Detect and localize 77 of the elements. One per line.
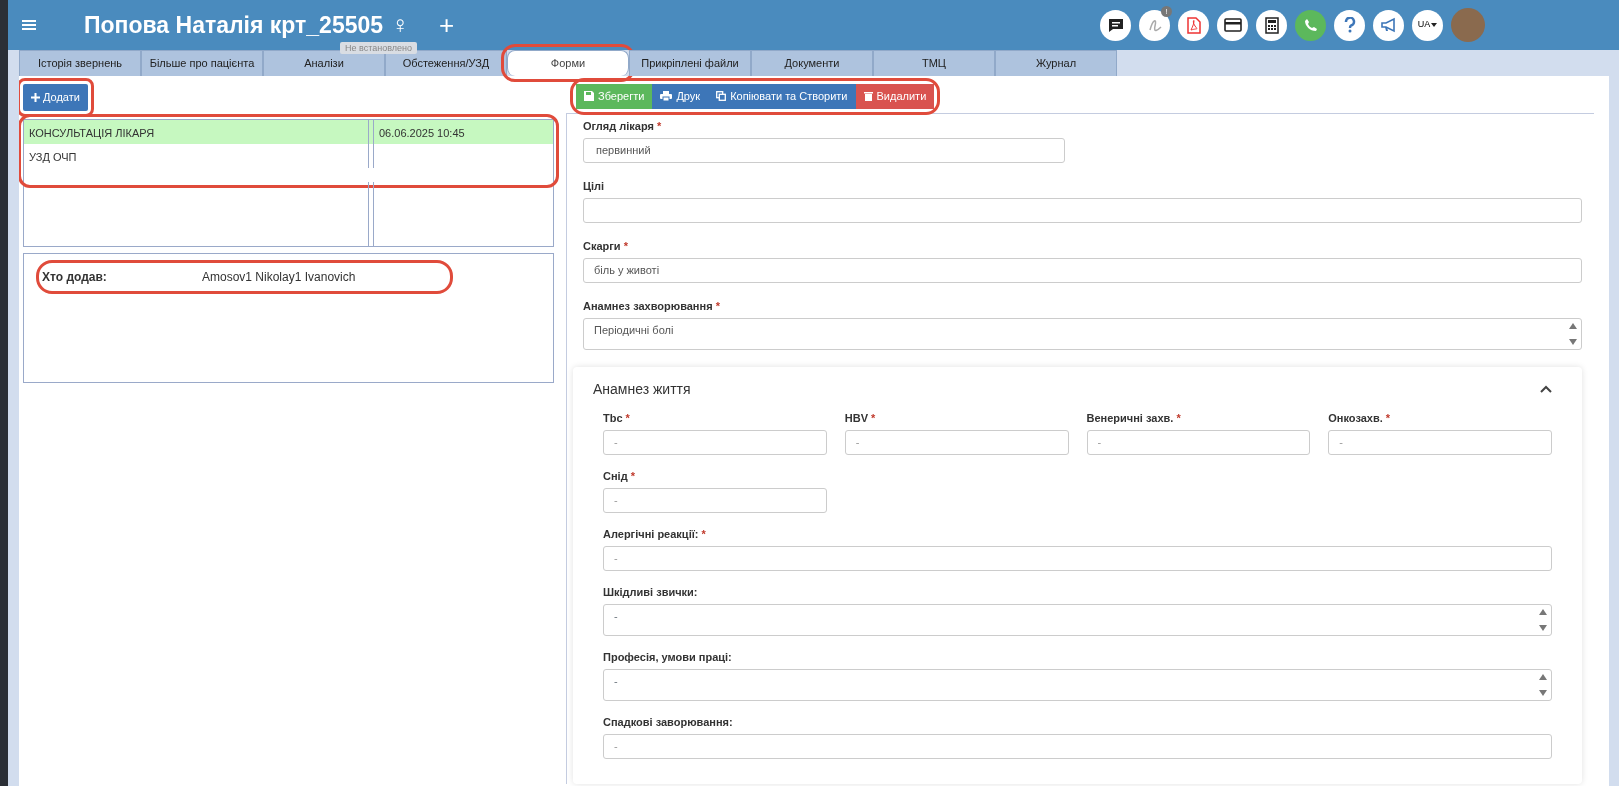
- field-label: Венеричні захв. *: [1086, 411, 1182, 425]
- author-name: Amosov1 Nikolay1 Ivanovich: [202, 268, 356, 286]
- delete-button[interactable]: Видалити: [855, 84, 935, 109]
- field-label: Скарги *: [583, 239, 629, 253]
- megaphone-button[interactable]: [1373, 9, 1404, 41]
- field-label: Анамнез захворювання *: [583, 299, 721, 313]
- gender-sign: ♀: [391, 10, 410, 40]
- pdf-icon: [1186, 16, 1201, 34]
- input-field[interactable]: -: [1328, 429, 1552, 455]
- tab[interactable]: Історія звернень: [19, 50, 141, 76]
- input-field[interactable]: -: [844, 429, 1069, 455]
- credit-card-icon: [1223, 18, 1242, 32]
- input-field[interactable]: -: [603, 429, 827, 455]
- copy-button[interactable]: Копіювати та Створити: [708, 84, 856, 109]
- add-button[interactable]: +: [433, 4, 461, 46]
- credit-card-button[interactable]: [1217, 9, 1248, 41]
- list-row[interactable]: УЗД ОЧП: [24, 143, 553, 168]
- phone-button[interactable]: [1295, 9, 1326, 41]
- field-label: Алергічні реакції: *: [603, 527, 707, 541]
- input-field[interactable]: -: [603, 487, 827, 513]
- input-field[interactable]: біль у животі: [583, 257, 1582, 283]
- pdf-button[interactable]: [1178, 9, 1209, 41]
- collapse-chevron-icon[interactable]: [1540, 385, 1552, 393]
- chat-icon: [1107, 17, 1124, 33]
- input-field[interactable]: -: [603, 733, 1552, 759]
- input-field[interactable]: -: [1086, 429, 1311, 455]
- signature-icon: [1146, 17, 1163, 33]
- tab[interactable]: Журнал: [995, 50, 1117, 76]
- input-field[interactable]: -: [603, 545, 1552, 571]
- field-label: Онкозахв. *: [1328, 411, 1392, 425]
- tab[interactable]: Більше про пацієнта: [141, 50, 263, 76]
- megaphone-icon: [1379, 17, 1398, 33]
- calculator-icon: [1264, 16, 1279, 34]
- copy-icon: [716, 91, 727, 102]
- text-area[interactable]: Періодичні болі: [583, 317, 1582, 350]
- record-name: УЗД ОЧП: [29, 150, 77, 163]
- plus-icon: [31, 93, 40, 102]
- menu-icon[interactable]: [22, 19, 36, 31]
- patient-name: Попова Наталія крт_25505: [84, 10, 384, 40]
- tab[interactable]: ТМЦ: [873, 50, 995, 76]
- field-label: Спадкові заворювання:: [603, 715, 734, 729]
- record-date: 06.06.2025 10:45: [379, 126, 465, 139]
- notification-badge: !: [1161, 5, 1172, 17]
- spin-arrows-icon[interactable]: [1569, 322, 1577, 345]
- calculator-button[interactable]: [1256, 9, 1287, 41]
- text-area[interactable]: -: [603, 668, 1552, 701]
- field-label: Цілі: [583, 179, 606, 193]
- caret-icon: [1431, 23, 1438, 27]
- chat-button[interactable]: [1100, 9, 1131, 41]
- printer-icon: [660, 91, 673, 102]
- print-button[interactable]: Друк: [652, 84, 709, 109]
- tab[interactable]: Аналізи: [263, 50, 385, 76]
- help-icon: [1343, 17, 1356, 33]
- spin-arrows-icon[interactable]: [1539, 673, 1547, 696]
- tooltip: Не встановлено: [340, 42, 417, 54]
- input-field[interactable]: [583, 197, 1582, 223]
- tab[interactable]: Документи: [751, 50, 873, 76]
- tab[interactable]: Обстеження/УЗД: [385, 50, 507, 76]
- field-label: Професія, умови праці:: [603, 650, 733, 664]
- author-label: Хто додав:: [42, 268, 108, 286]
- select-field[interactable]: первинний: [583, 137, 1065, 163]
- field-label: Tbc *: [603, 411, 631, 425]
- tab[interactable]: Прикріплені файли: [629, 50, 751, 76]
- field-label: HBV *: [844, 411, 877, 425]
- section-title: Анамнез життя: [593, 379, 691, 399]
- trash-icon: [863, 91, 873, 102]
- field-label: Шкідливі звички:: [603, 585, 699, 599]
- record-name: КОНСУЛЬТАЦІЯ ЛІКАРЯ: [29, 126, 155, 139]
- field-label: Снід *: [603, 469, 636, 483]
- phone-icon: [1303, 18, 1318, 32]
- list-row[interactable]: КОНСУЛЬТАЦІЯ ЛІКАРЯ 06.06.2025 10:45: [24, 119, 553, 144]
- signature-button[interactable]: !: [1139, 9, 1170, 41]
- spin-arrows-icon[interactable]: [1539, 608, 1547, 631]
- language-dropdown[interactable]: UA: [1412, 9, 1443, 41]
- help-button[interactable]: [1334, 9, 1365, 41]
- text-area[interactable]: -: [603, 603, 1552, 636]
- field-label: Огляд лікаря *: [583, 119, 663, 133]
